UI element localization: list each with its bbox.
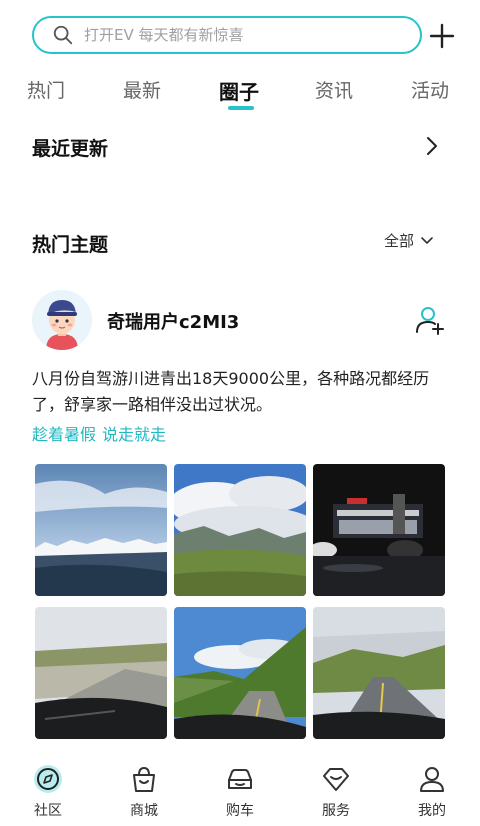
nav-item-shop[interactable]: 商城 — [112, 764, 176, 820]
chevron-down-icon — [421, 236, 433, 244]
tab-latest[interactable]: 最新 — [123, 76, 161, 103]
hot-topics-title: 热门主题 — [32, 234, 109, 256]
nav-label: 商城 — [130, 803, 158, 819]
bottom-nav: 社区 商城 购车 服务 我的 — [0, 756, 480, 826]
shop-bag-icon — [133, 766, 155, 792]
filter-label: 全部 — [384, 232, 415, 250]
top-tabs: 热门 最新 圈子 资讯 活动 — [0, 76, 480, 116]
windshield-road-photo[interactable] — [35, 607, 167, 739]
nav-label: 我的 — [418, 803, 446, 819]
car-icon — [228, 769, 252, 789]
filter-dropdown[interactable]: 全部 — [384, 230, 434, 251]
open-road-photo[interactable] — [313, 607, 445, 739]
cloudy-valley-photo[interactable] — [174, 464, 306, 596]
nav-label: 社区 — [34, 803, 62, 819]
avatar[interactable] — [32, 290, 92, 350]
nav-item-service[interactable]: 服务 — [304, 764, 368, 820]
recent-updates-title: 最近更新 — [32, 138, 109, 160]
profile-icon — [420, 767, 444, 792]
search-input[interactable] — [84, 26, 404, 44]
service-icon — [323, 768, 349, 791]
post-username[interactable]: 奇瑞用户c2MI3 — [107, 308, 239, 334]
search-bar[interactable] — [32, 16, 422, 54]
post-text: 八月份自驾游川进青出18天9000公里，各种路况都经历了，舒享家一路相伴没出过状… — [32, 369, 430, 414]
nav-item-community[interactable]: 社区 — [16, 764, 80, 820]
tab-circle[interactable]: 圈子 — [219, 76, 259, 105]
follow-user-icon[interactable] — [414, 304, 446, 336]
nav-label: 服务 — [322, 803, 350, 819]
night-dealership-photo[interactable] — [313, 464, 445, 596]
tab-news[interactable]: 资讯 — [315, 76, 353, 103]
nav-item-profile[interactable]: 我的 — [400, 764, 464, 820]
search-icon — [53, 25, 73, 45]
active-tab-indicator — [228, 106, 254, 110]
post-tags: 趁着暑假 说走就走 — [32, 421, 172, 445]
nav-label: 购车 — [226, 803, 254, 819]
add-icon[interactable] — [428, 22, 456, 50]
nav-item-buy-car[interactable]: 购车 — [208, 764, 272, 820]
tag-link[interactable]: 说走就走 — [102, 425, 166, 444]
tab-hot[interactable]: 热门 — [27, 76, 65, 103]
mountain-road-photo[interactable] — [174, 607, 306, 739]
community-icon — [34, 765, 62, 793]
tab-events[interactable]: 活动 — [411, 76, 449, 103]
mountain-panorama-photo[interactable] — [35, 464, 167, 596]
tag-link[interactable]: 趁着暑假 — [32, 425, 96, 444]
chevron-right-icon[interactable] — [422, 134, 442, 158]
